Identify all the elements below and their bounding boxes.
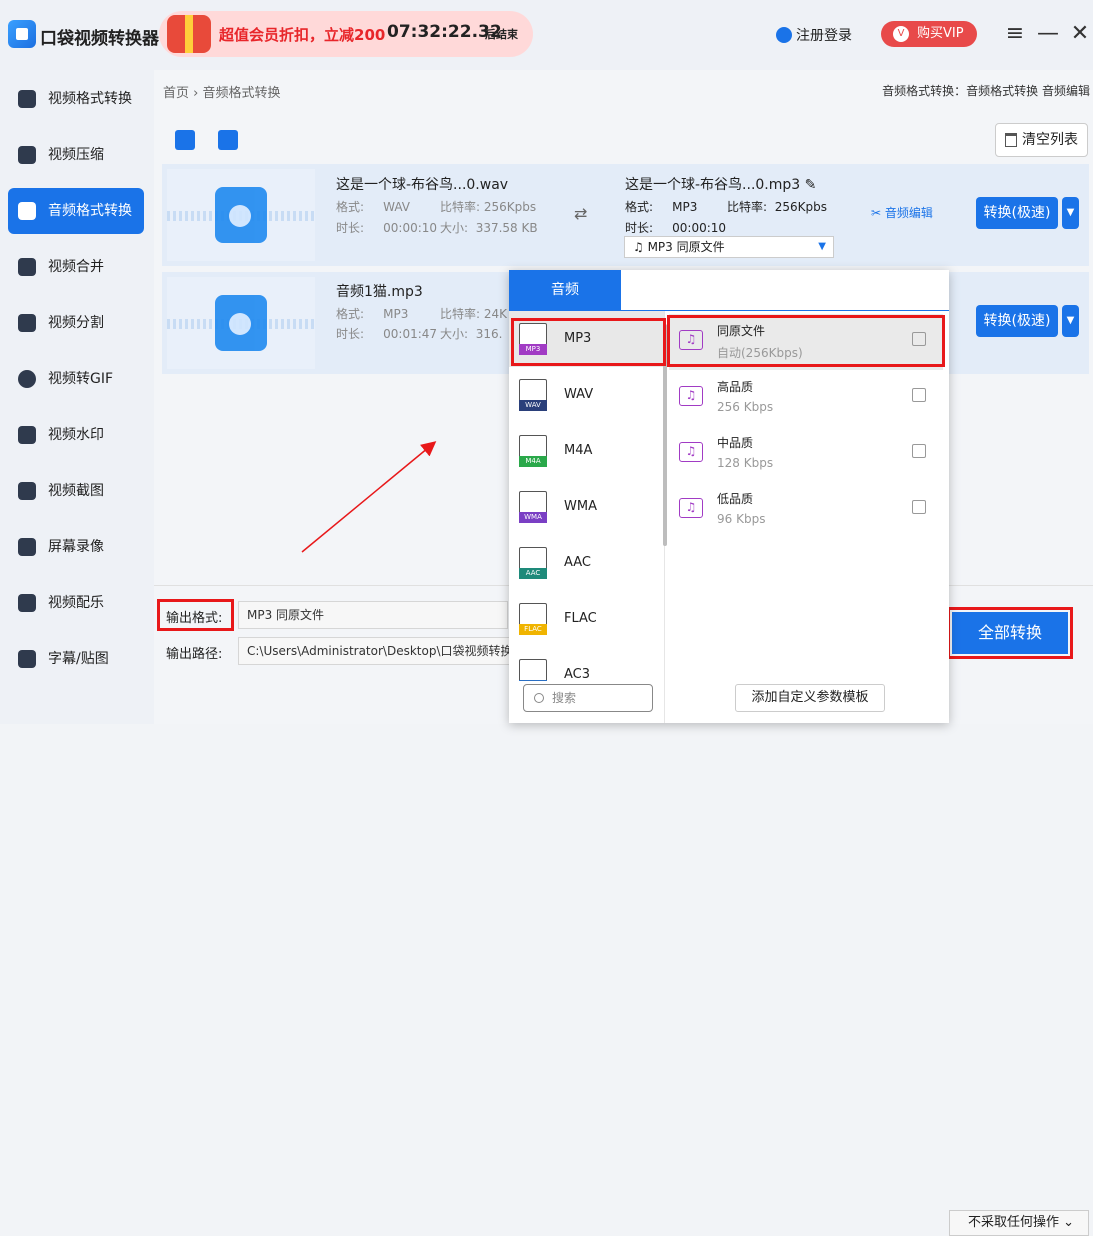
quality-item-medium[interactable]: ♫ 中品质 128 Kbps bbox=[669, 426, 943, 482]
edit-icon[interactable] bbox=[912, 500, 926, 514]
format-item-ac3[interactable]: AC3 AC3 bbox=[509, 647, 664, 681]
format-label: WMA bbox=[564, 499, 597, 514]
quality-name: 低品质 bbox=[717, 492, 754, 506]
format-item-flac[interactable]: FLAC FLAC bbox=[509, 591, 664, 647]
wma-file-icon: WMA bbox=[519, 491, 547, 523]
highlight-box bbox=[667, 315, 945, 367]
quality-name: 高品质 bbox=[717, 380, 754, 394]
format-label: AAC bbox=[564, 555, 591, 570]
after-convert-label: 不采取任何操作 bbox=[968, 1215, 1060, 1230]
search-icon bbox=[534, 693, 544, 703]
quality-bitrate: 128 Kbps bbox=[717, 456, 774, 470]
quality-item-low[interactable]: ♫ 低品质 96 Kbps bbox=[669, 482, 943, 538]
edit-icon[interactable] bbox=[912, 444, 926, 458]
quality-bitrate: 96 Kbps bbox=[717, 512, 766, 526]
ac3-file-icon: AC3 bbox=[519, 659, 547, 681]
format-list: MP3 MP3 WAV WAV M4A M4A WMA WMA AAC AAC FLAC F… bbox=[509, 311, 664, 681]
format-search-input[interactable]: 搜索 bbox=[523, 684, 653, 712]
m4a-file-icon: M4A bbox=[519, 435, 547, 467]
music-icon: ♫ bbox=[679, 498, 703, 518]
quality-name: 中品质 bbox=[717, 436, 754, 450]
search-placeholder: 搜索 bbox=[552, 691, 577, 705]
music-icon: ♫ bbox=[679, 386, 703, 406]
aac-file-icon: AAC bbox=[519, 547, 547, 579]
format-item-wav[interactable]: WAV WAV bbox=[509, 367, 664, 423]
format-label: M4A bbox=[564, 443, 593, 458]
music-icon: ♫ bbox=[679, 442, 703, 462]
wav-file-icon: WAV bbox=[519, 379, 547, 411]
flac-file-icon: FLAC bbox=[519, 603, 547, 635]
quality-bitrate: 256 Kbps bbox=[717, 400, 774, 414]
format-item-m4a[interactable]: M4A M4A bbox=[509, 423, 664, 479]
format-label: WAV bbox=[564, 387, 594, 402]
format-popup: 音频 MP3 MP3 WAV WAV M4A M4A WMA WMA AAC AAC FL… bbox=[509, 270, 949, 723]
highlight-box bbox=[511, 318, 666, 366]
format-item-wma[interactable]: WMA WMA bbox=[509, 479, 664, 535]
after-convert-select[interactable]: 不采取任何操作 ⌄ bbox=[949, 1210, 1089, 1236]
format-item-aac[interactable]: AAC AAC bbox=[509, 535, 664, 591]
tab-audio[interactable]: 音频 bbox=[509, 270, 621, 310]
format-label: FLAC bbox=[564, 611, 597, 626]
add-custom-template-button[interactable]: 添加自定义参数模板 bbox=[735, 684, 885, 712]
red-arrow-1 bbox=[301, 441, 437, 553]
quality-item-high[interactable]: ♫ 高品质 256 Kbps bbox=[669, 370, 943, 426]
format-label: AC3 bbox=[564, 667, 591, 681]
edit-icon[interactable] bbox=[912, 388, 926, 402]
